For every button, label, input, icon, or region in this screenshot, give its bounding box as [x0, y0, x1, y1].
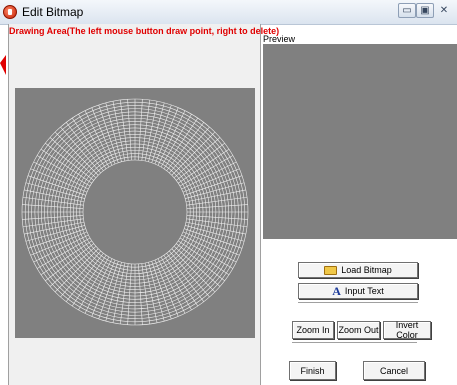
close-button[interactable]: ✕ [434, 3, 454, 18]
load-bitmap-label: Load Bitmap [341, 265, 392, 275]
ring-circle [82, 159, 188, 265]
finish-button[interactable]: Finish [289, 361, 336, 380]
app-icon [3, 5, 17, 19]
folder-icon [324, 265, 338, 275]
input-text-label: Input Text [344, 286, 384, 296]
ring-grid-lines [21, 98, 249, 326]
drawing-canvas[interactable] [15, 88, 255, 338]
text-a-icon: A [332, 284, 341, 298]
ring-grid[interactable] [15, 88, 255, 338]
invert-color-button[interactable]: Invert Color [383, 320, 431, 340]
red-arrow-marker [0, 55, 6, 75]
title-bar: Edit Bitmap ▭ ▣ ✕ [0, 0, 457, 25]
maximize-button[interactable]: ▣ [416, 3, 434, 18]
cancel-button[interactable]: Cancel [363, 361, 425, 380]
preview-box [263, 44, 457, 239]
separator [298, 302, 418, 303]
zoom-out-button[interactable]: Zoom Out [337, 321, 380, 339]
zoom-in-button[interactable]: Zoom In [292, 321, 334, 339]
minimize-button[interactable]: ▭ [398, 3, 416, 18]
input-text-button[interactable]: A Input Text [298, 283, 418, 299]
load-bitmap-button[interactable]: Load Bitmap [298, 262, 418, 278]
preview-label: Preview [263, 34, 296, 44]
separator [292, 342, 417, 343]
drawing-area-title: Drawing Area(The left mouse button draw … [9, 26, 280, 36]
window-title: Edit Bitmap [22, 5, 84, 19]
drawing-panel: Drawing Area(The left mouse button draw … [8, 24, 280, 385]
